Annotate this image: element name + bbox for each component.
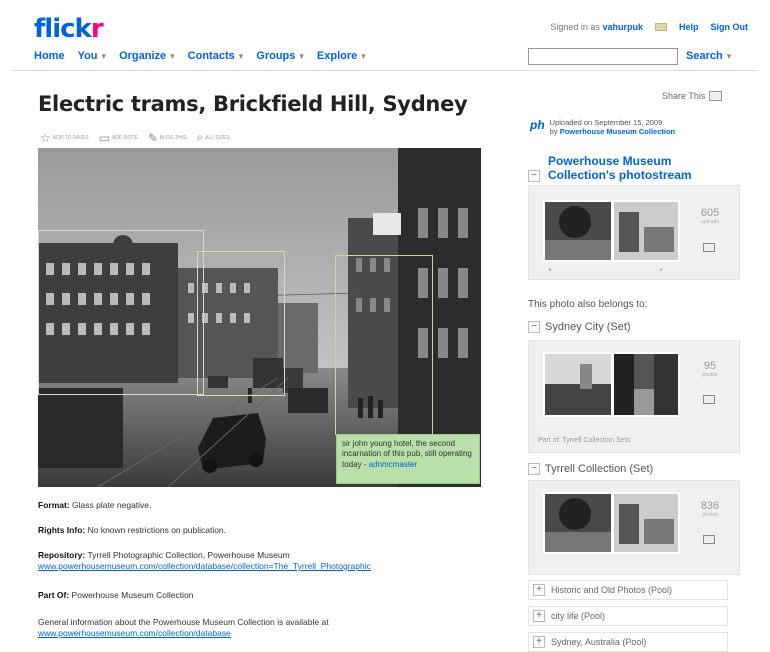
repository-info: Repository: Tyrrell Photographic Collect… <box>38 550 478 572</box>
collapse-icon[interactable]: − <box>528 170 540 182</box>
photostream-thumb-prev[interactable] <box>543 200 613 262</box>
thumb-image <box>545 494 611 552</box>
expand-icon[interactable]: + <box>533 584 545 596</box>
chevron-down-icon[interactable]: ▾ <box>299 51 304 61</box>
nav-contacts[interactable]: Contacts ▾ <box>188 50 244 62</box>
belongs-to-heading: This photo also belongs to: <box>528 299 648 310</box>
part-of-info: Part Of: Powerhouse Museum Collection <box>38 590 194 600</box>
main-nav: Home You ▾ Organize ▾ Contacts ▾ Groups ▾ Ex… <box>34 50 366 62</box>
slideshow-icon[interactable] <box>703 243 715 252</box>
nav-groups[interactable]: Groups ▾ <box>256 50 304 62</box>
chevron-down-icon[interactable]: ▾ <box>239 51 244 61</box>
set-thumb-prev[interactable] <box>543 352 613 417</box>
pool-sydney-australia[interactable]: + Sydney, Australia (Pool) <box>528 632 728 652</box>
slideshow-icon[interactable] <box>703 395 715 404</box>
upload-info: ph Uploaded on September 15, 2009 by Powe… <box>530 118 676 136</box>
blog-this-button[interactable]: ✎ BLOG THIS <box>148 131 187 145</box>
header-divider <box>12 70 758 71</box>
prev-arrow-icon[interactable]: ◂ <box>548 266 551 273</box>
photo-title: Electric trams, Brickfield Hill, Sydney <box>38 92 468 116</box>
uploader-link[interactable]: Powerhouse Museum Collection <box>560 127 675 136</box>
expand-icon[interactable]: + <box>533 636 545 648</box>
share-button[interactable]: Share This <box>662 91 723 101</box>
add-note-button[interactable]: ▭ ADD NOTE <box>99 131 138 145</box>
powerhouse-avatar[interactable]: ph <box>530 118 545 136</box>
chevron-down-icon[interactable]: ▾ <box>727 51 732 61</box>
collapse-icon[interactable]: − <box>528 463 540 475</box>
photo-note-box[interactable] <box>197 251 285 396</box>
magnifier-icon: ⌕ <box>196 130 204 144</box>
format-info: Format: Glass plate negative. <box>38 500 152 510</box>
blog-icon: ✎ <box>147 130 158 145</box>
logo-text: flick <box>34 14 92 44</box>
set-header-sydney-city[interactable]: − Sydney City (Set) <box>528 321 631 333</box>
nav-explore[interactable]: Explore ▾ <box>317 50 366 62</box>
share-icon <box>709 91 723 101</box>
thumb-image <box>545 354 611 415</box>
search-input[interactable] <box>528 48 678 65</box>
star-icon: ☆ <box>40 130 51 145</box>
nav-organize[interactable]: Organize ▾ <box>119 50 175 62</box>
thumb-image <box>614 202 678 260</box>
set-count: 95 photos <box>702 360 718 378</box>
add-to-faves-button[interactable]: ☆ ADD TO FAVES <box>40 131 89 145</box>
all-sizes-button[interactable]: ⌕ ALL SIZES <box>196 130 229 145</box>
chevron-down-icon[interactable]: ▾ <box>361 51 366 61</box>
collection-database-link[interactable]: www.powerhousemuseum.com/collection/data… <box>38 628 478 639</box>
pool-historic-old-photos[interactable]: + Historic and Old Photos (Pool) <box>528 580 728 600</box>
flickr-logo[interactable]: flickr <box>34 14 104 44</box>
pool-city-life[interactable]: + city life (Pool) <box>528 606 728 626</box>
help-link[interactable]: Help <box>679 22 699 32</box>
repository-link[interactable]: www.powerhousemuseum.com/collection/data… <box>38 561 478 572</box>
nav-home[interactable]: Home <box>34 50 65 62</box>
thumb-image <box>614 354 678 415</box>
search-button[interactable]: Search ▾ <box>686 50 731 62</box>
note-icon: ▭ <box>98 130 110 145</box>
photostream-toggle[interactable]: − <box>528 170 540 182</box>
part-of-collection[interactable]: Part of: Tyrrell Collection Sets <box>538 437 630 444</box>
set-header-tyrrell-collection[interactable]: − Tyrrell Collection (Set) <box>528 463 653 475</box>
uploaded-date: Uploaded on September 15, 2009 <box>549 118 663 127</box>
note-author-link[interactable]: adnmcmaster <box>369 460 417 469</box>
sign-out-link[interactable]: Sign Out <box>711 22 749 32</box>
account-links: Signed in as vahurpuk Help Sign Out <box>550 22 748 32</box>
photo-note-box[interactable] <box>38 230 204 395</box>
photo-note-tooltip: sir john young hotel, the second incarna… <box>336 434 480 484</box>
set-thumb-next[interactable] <box>612 492 680 554</box>
set-thumb-next[interactable] <box>612 352 680 417</box>
thumb-image <box>614 494 678 552</box>
collapse-icon[interactable]: − <box>528 321 540 333</box>
general-info: General information about the Powerhouse… <box>38 617 478 639</box>
nav-you[interactable]: You ▾ <box>78 50 107 62</box>
photostream-title[interactable]: Powerhouse Museum Collection's photostre… <box>548 154 738 183</box>
chevron-down-icon[interactable]: ▾ <box>102 51 107 61</box>
slideshow-icon[interactable] <box>703 535 715 544</box>
thumb-image <box>545 202 611 260</box>
signed-in-label: Signed in as <box>550 22 600 32</box>
next-arrow-icon[interactable]: ▸ <box>660 266 663 273</box>
photo-actions: ☆ ADD TO FAVES ▭ ADD NOTE ✎ BLOG THIS ⌕ ALL … <box>40 130 230 145</box>
username-link[interactable]: vahurpuk <box>602 22 643 32</box>
chevron-down-icon[interactable]: ▾ <box>170 51 175 61</box>
set-link[interactable]: Sydney City (Set) <box>545 321 631 333</box>
rights-info: Rights Info: No known restrictions on pu… <box>38 525 227 535</box>
set-count: 836 photos <box>700 500 720 518</box>
photostream-count: 605 uploads <box>700 207 720 225</box>
set-thumb-prev[interactable] <box>543 492 613 554</box>
logo-r: r <box>90 14 104 44</box>
expand-icon[interactable]: + <box>533 610 545 622</box>
photo-note-box[interactable] <box>335 255 433 435</box>
set-link[interactable]: Tyrrell Collection (Set) <box>545 463 653 475</box>
photostream-thumb-next[interactable] <box>612 200 680 262</box>
mail-icon[interactable] <box>654 23 667 31</box>
